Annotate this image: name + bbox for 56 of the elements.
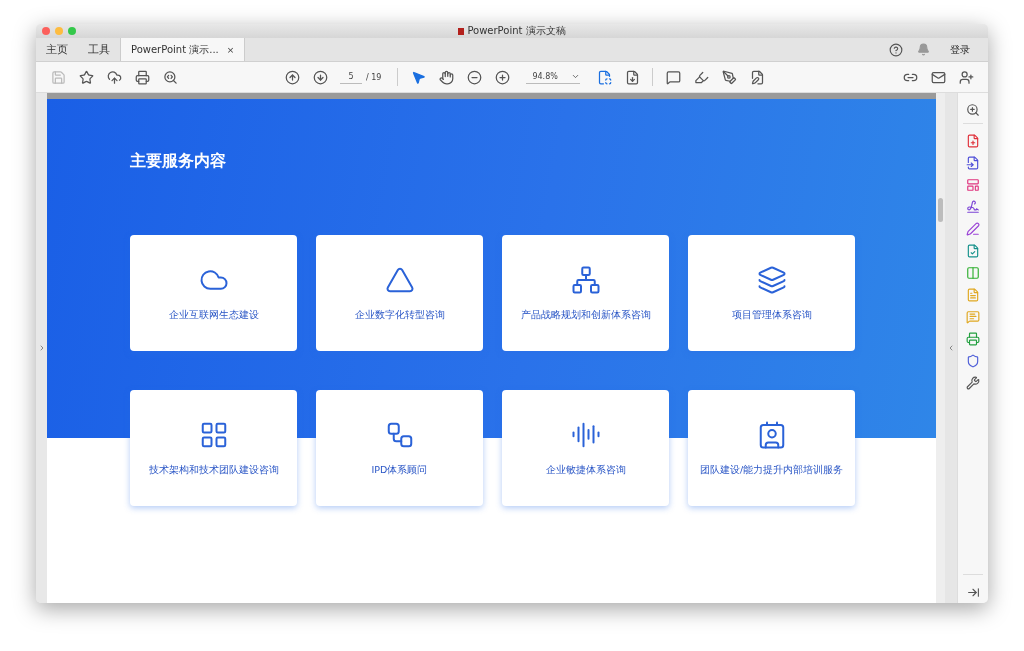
layout-tool-icon xyxy=(966,178,980,192)
bookmark-icon xyxy=(78,69,94,85)
service-label: 团队建设/能力提升内部培训服务 xyxy=(699,463,844,477)
service-label: 企业互联网生态建设 xyxy=(168,308,259,322)
service-label: IPD体系顾问 xyxy=(371,463,428,477)
caret-icon xyxy=(571,72,581,81)
save-icon xyxy=(50,69,66,85)
comment-tool-icon xyxy=(966,310,980,324)
layers-icon xyxy=(756,264,787,295)
tab-close-button[interactable]: × xyxy=(226,44,235,55)
next-page-icon xyxy=(312,69,328,85)
slide-title: 主要服务内容 xyxy=(130,151,227,172)
previous-page-icon xyxy=(284,69,300,85)
hand-tool-icon xyxy=(438,69,454,85)
shield-tool-icon xyxy=(966,354,980,368)
select-tool-icon xyxy=(410,69,426,85)
signature-tool-icon xyxy=(966,200,980,214)
collapse-tools-icon xyxy=(966,585,980,599)
print-icon xyxy=(134,69,150,85)
service-label: 企业数字化转型咨询 xyxy=(354,308,445,322)
page-total: / 19 xyxy=(366,72,382,82)
window-title: PowerPoint 演示文稿 xyxy=(467,24,566,38)
service-label: 企业敏捷体系咨询 xyxy=(545,463,626,477)
columns-tool-icon xyxy=(966,266,980,280)
network-icon xyxy=(570,264,601,295)
add-user-icon xyxy=(958,69,974,85)
fit-page-icon xyxy=(596,69,612,85)
app-icon xyxy=(458,27,465,35)
service-label: 产品战略规划和创新体系咨询 xyxy=(520,308,651,322)
create-pdf-tool-icon xyxy=(966,134,980,148)
page-number-field[interactable]: 5 xyxy=(340,70,362,84)
comment-icon xyxy=(665,69,681,85)
fill-sign-icon xyxy=(749,69,765,85)
pen-tool-icon xyxy=(966,222,980,236)
help-icon[interactable] xyxy=(889,42,903,57)
tab[interactable]: 工具 xyxy=(78,38,120,61)
zoom-in-tool-icon xyxy=(966,103,980,117)
tab[interactable]: PowerPoint 演示... × xyxy=(120,38,246,61)
zoom-dropdown[interactable]: 94.8% xyxy=(526,70,581,84)
service-label: 技术架构和技术团队建设咨询 xyxy=(148,463,279,477)
login-button[interactable]: 登录 xyxy=(950,42,970,57)
draw-icon xyxy=(721,69,737,85)
search-icon xyxy=(162,69,178,85)
zoom-in-icon xyxy=(494,69,510,85)
service-label: 项目管理体系咨询 xyxy=(731,308,812,322)
file-comment-tool-icon xyxy=(966,288,980,302)
tab[interactable]: 主页 xyxy=(36,38,78,61)
wrench-tool-icon xyxy=(966,376,980,390)
scroll-mode-icon xyxy=(624,69,640,85)
upload-icon xyxy=(106,69,122,85)
email-icon xyxy=(930,69,946,85)
collapse-panel-icon[interactable] xyxy=(947,344,955,352)
scrollbar-thumb[interactable] xyxy=(938,198,943,222)
export-pdf-tool-icon xyxy=(966,156,980,170)
zoom-out-icon xyxy=(466,69,482,85)
highlight-icon xyxy=(693,69,709,85)
